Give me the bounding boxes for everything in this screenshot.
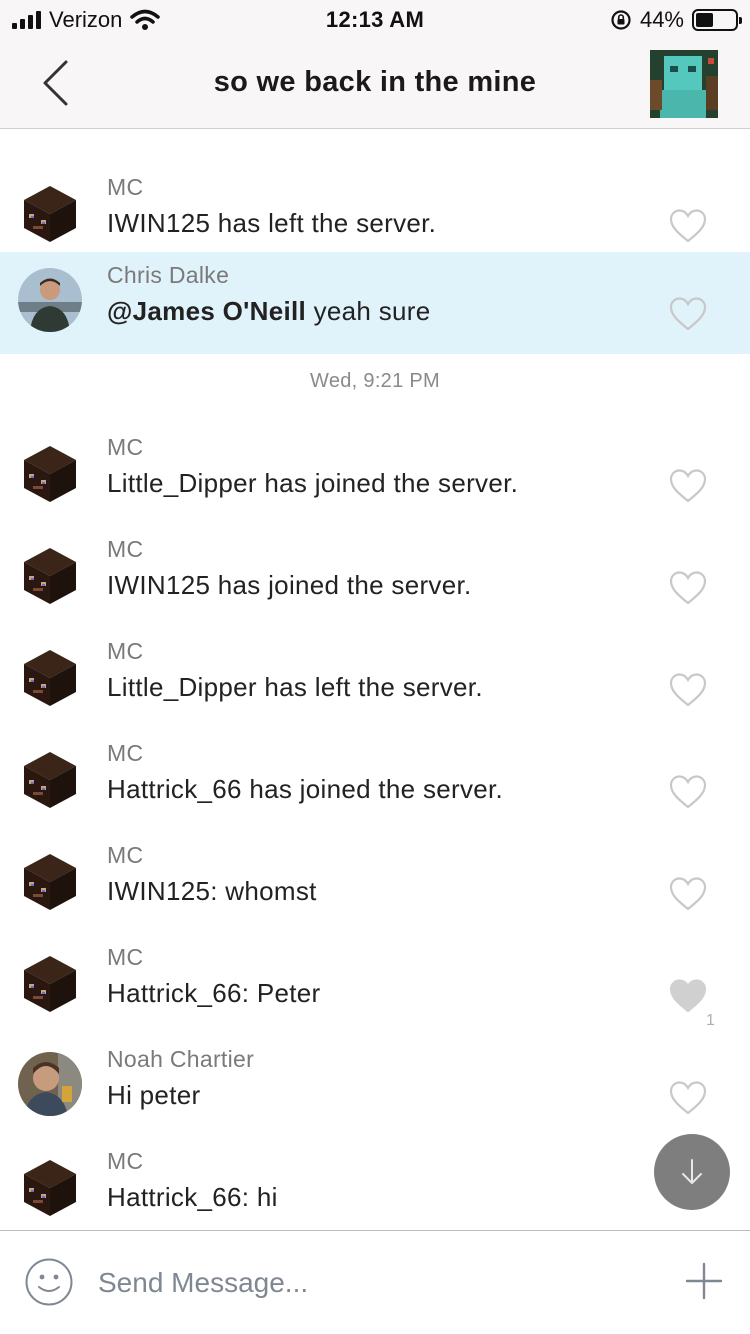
message-text: IWIN125: whomst xyxy=(107,876,317,906)
heart-icon[interactable] xyxy=(668,570,708,606)
message-text: Little_Dipper has joined the server. xyxy=(107,468,519,498)
sender-name: MC xyxy=(107,536,144,562)
message-row[interactable]: MC Little_Dipper has joined the server. xyxy=(0,424,750,526)
smiley-icon[interactable] xyxy=(24,1257,74,1307)
message-row[interactable]: MC IWIN125: whomst xyxy=(0,832,750,934)
sender-name: MC xyxy=(107,1148,144,1174)
minecraft-head-avatar[interactable] xyxy=(18,644,82,708)
message-text: Hattrick_66 has joined the server. xyxy=(107,774,504,804)
sender-name: MC xyxy=(107,434,144,460)
message-list[interactable]: MC IWIN125 has left the server. Chris Da… xyxy=(0,130,750,1230)
heart-icon[interactable] xyxy=(668,1080,708,1116)
rotation-lock-icon xyxy=(611,10,631,30)
heart-icon[interactable] xyxy=(668,672,708,708)
date-separator: Wed, 9:21 PM xyxy=(310,370,440,392)
sender-name: MC xyxy=(107,944,144,970)
user-photo-avatar[interactable] xyxy=(18,1052,82,1116)
sender-name: Chris Dalke xyxy=(107,262,230,288)
message-row[interactable]: MC IWIN125 has left the server. xyxy=(0,164,750,266)
status-bar: Verizon 12:13 AM 44% xyxy=(0,0,750,40)
sender-name: Noah Chartier xyxy=(107,1046,255,1072)
message-text: @James O'Neill yeah sure xyxy=(107,296,430,327)
message-text: IWIN125 has joined the server. xyxy=(107,570,472,600)
battery-percent: 44% xyxy=(639,7,684,32)
minecraft-head-avatar[interactable] xyxy=(18,950,82,1014)
heart-icon[interactable] xyxy=(668,468,708,504)
group-avatar-image xyxy=(650,50,718,118)
chevron-left-icon xyxy=(43,60,68,106)
message-row[interactable]: MC IWIN125 has joined the server. xyxy=(0,526,750,628)
message-row[interactable]: MC Hattrick_66 has joined the server. xyxy=(0,730,750,832)
message-row-highlighted[interactable]: Chris Dalke @James O'Neill yeah sure xyxy=(0,252,750,354)
message-text: Hattrick_66: hi xyxy=(107,1182,278,1212)
sender-name: MC xyxy=(107,842,144,868)
chat-screen: Verizon 12:13 AM 44% so we back in the m… xyxy=(0,0,750,1334)
arrow-down-icon xyxy=(682,1159,702,1184)
minecraft-head-avatar[interactable] xyxy=(18,848,82,912)
heart-icon[interactable] xyxy=(668,774,708,810)
message-text: Hi peter xyxy=(107,1080,201,1110)
message-text: IWIN125 has left the server. xyxy=(107,208,437,238)
message-text: Hattrick_66: Peter xyxy=(107,978,321,1008)
minecraft-head-avatar[interactable] xyxy=(18,1154,82,1218)
heart-icon[interactable] xyxy=(668,876,708,912)
message-row[interactable]: Noah Chartier Hi peter xyxy=(0,1036,750,1138)
heart-filled-icon[interactable] xyxy=(668,978,708,1014)
message-row[interactable]: MC Hattrick_66: hi xyxy=(0,1138,750,1230)
battery-fill xyxy=(696,13,713,27)
minecraft-head-avatar[interactable] xyxy=(18,440,82,504)
group-avatar[interactable] xyxy=(650,50,718,118)
status-right: 44% xyxy=(610,7,742,33)
sender-name: MC xyxy=(107,740,144,766)
minecraft-head-avatar[interactable] xyxy=(18,180,82,244)
message-row[interactable]: MC Hattrick_66: Peter 1 xyxy=(0,934,750,1036)
heart-icon[interactable] xyxy=(668,208,708,244)
scroll-to-bottom-button[interactable] xyxy=(654,1134,730,1210)
user-mention[interactable]: @James O'Neill xyxy=(107,296,306,326)
heart-icon[interactable] xyxy=(668,296,708,332)
user-photo-avatar[interactable] xyxy=(18,268,82,332)
nav-bar: so we back in the mine xyxy=(0,40,750,129)
minecraft-head-avatar[interactable] xyxy=(18,542,82,606)
plus-icon[interactable] xyxy=(684,1261,724,1301)
sender-name: MC xyxy=(107,638,144,664)
message-row[interactable]: MC Little_Dipper has left the server. xyxy=(0,628,750,730)
like-count: 1 xyxy=(706,1012,715,1029)
message-body: yeah sure xyxy=(306,296,431,326)
message-text: Little_Dipper has left the server. xyxy=(107,672,483,702)
message-composer xyxy=(0,1230,750,1334)
back-button[interactable] xyxy=(40,58,80,108)
battery-icon xyxy=(692,9,742,31)
minecraft-head-avatar[interactable] xyxy=(18,746,82,810)
sender-name: MC xyxy=(107,174,144,200)
conversation-title[interactable]: so we back in the mine xyxy=(140,66,610,99)
message-input[interactable] xyxy=(98,1261,638,1305)
